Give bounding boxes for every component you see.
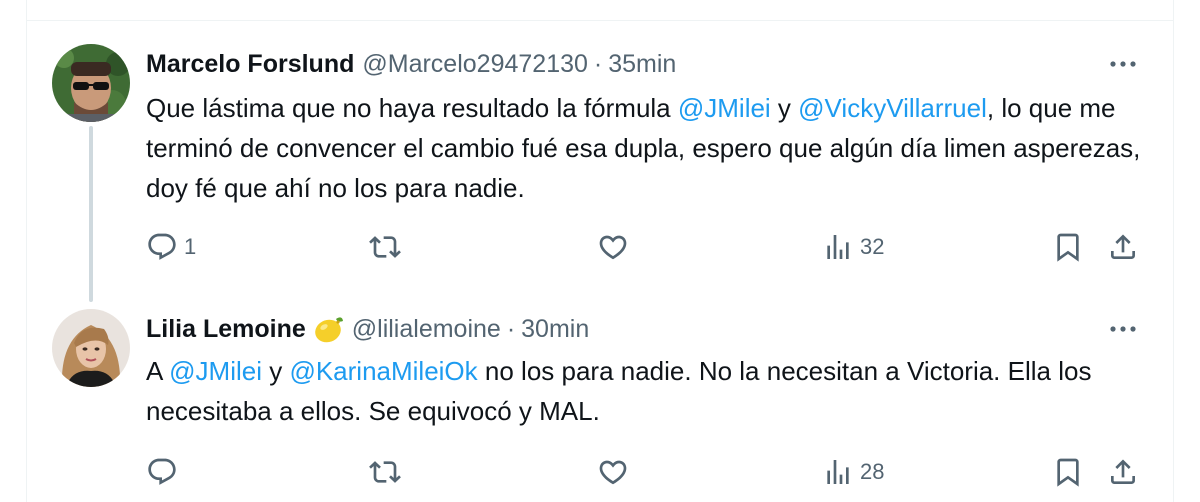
share-icon — [1111, 234, 1135, 259]
share-icon — [1111, 459, 1135, 484]
tweet-header: Marcelo Forslund @Marcelo29472130 · 35mi… — [146, 47, 676, 81]
reply-icon — [148, 458, 176, 485]
views-button[interactable]: 28 — [822, 452, 884, 492]
text-segment: A — [146, 356, 170, 386]
retweet-button[interactable] — [369, 452, 401, 492]
share-button[interactable] — [1107, 227, 1139, 267]
views-button[interactable]: 32 — [822, 227, 884, 267]
mention-link[interactable]: @JMilei — [678, 93, 771, 123]
avatar-marcelo[interactable] — [52, 44, 130, 122]
reply-icon — [148, 233, 176, 260]
author-handle[interactable]: @lilialemoine — [352, 315, 501, 344]
author-name[interactable]: Marcelo Forslund — [146, 50, 354, 79]
retweet-icon — [369, 236, 401, 258]
retweet-icon — [369, 461, 401, 483]
more-horizontal-icon[interactable] — [1106, 312, 1140, 346]
bookmark-button[interactable] — [1052, 227, 1084, 267]
reply-button[interactable]: 1 — [146, 227, 196, 267]
thread-connector — [89, 126, 93, 302]
author-name[interactable]: Lilia Lemoine — [146, 315, 306, 344]
more-horizontal-icon[interactable] — [1106, 47, 1140, 81]
tweet-actions: 28 — [146, 452, 1146, 492]
views-icon — [827, 235, 849, 259]
text-segment: Que lástima que no haya resultado la fór… — [146, 93, 678, 123]
heart-icon — [599, 235, 627, 260]
reply-button[interactable] — [146, 452, 184, 492]
timestamp[interactable]: 30min — [521, 315, 589, 344]
tweet-header: Lilia Lemoine @lilialemoine · 30min — [146, 312, 589, 346]
mention-link[interactable]: @KarinaMileiOk — [289, 356, 477, 386]
lemon-icon — [312, 313, 344, 345]
bookmark-button[interactable] — [1052, 452, 1084, 492]
like-button[interactable] — [597, 452, 629, 492]
view-count: 32 — [860, 234, 885, 259]
timestamp[interactable]: 35min — [608, 50, 676, 79]
bookmark-icon — [1057, 233, 1079, 262]
view-count: 28 — [860, 459, 885, 484]
tweet-actions: 1 32 — [146, 227, 1146, 267]
text-segment: y — [261, 356, 290, 386]
views-icon — [827, 460, 849, 484]
separator-dot: · — [506, 314, 516, 343]
divider — [26, 20, 1174, 21]
heart-icon — [599, 460, 627, 485]
tweet-text: A @JMilei y @KarinaMileiOk no los para n… — [146, 351, 1156, 431]
like-button[interactable] — [597, 227, 629, 267]
separator-dot: · — [593, 49, 603, 78]
mention-link[interactable]: @JMilei — [169, 356, 262, 386]
bookmark-icon — [1057, 458, 1079, 487]
mention-link[interactable]: @VickyVillarruel — [798, 93, 987, 123]
text-segment: y — [770, 93, 799, 123]
reply-count: 1 — [184, 234, 197, 259]
tweet-text: Que lástima que no haya resultado la fór… — [146, 88, 1156, 208]
avatar-lilia[interactable] — [52, 309, 130, 387]
share-button[interactable] — [1107, 452, 1139, 492]
author-handle[interactable]: @Marcelo29472130 — [362, 50, 588, 79]
retweet-button[interactable] — [369, 227, 401, 267]
